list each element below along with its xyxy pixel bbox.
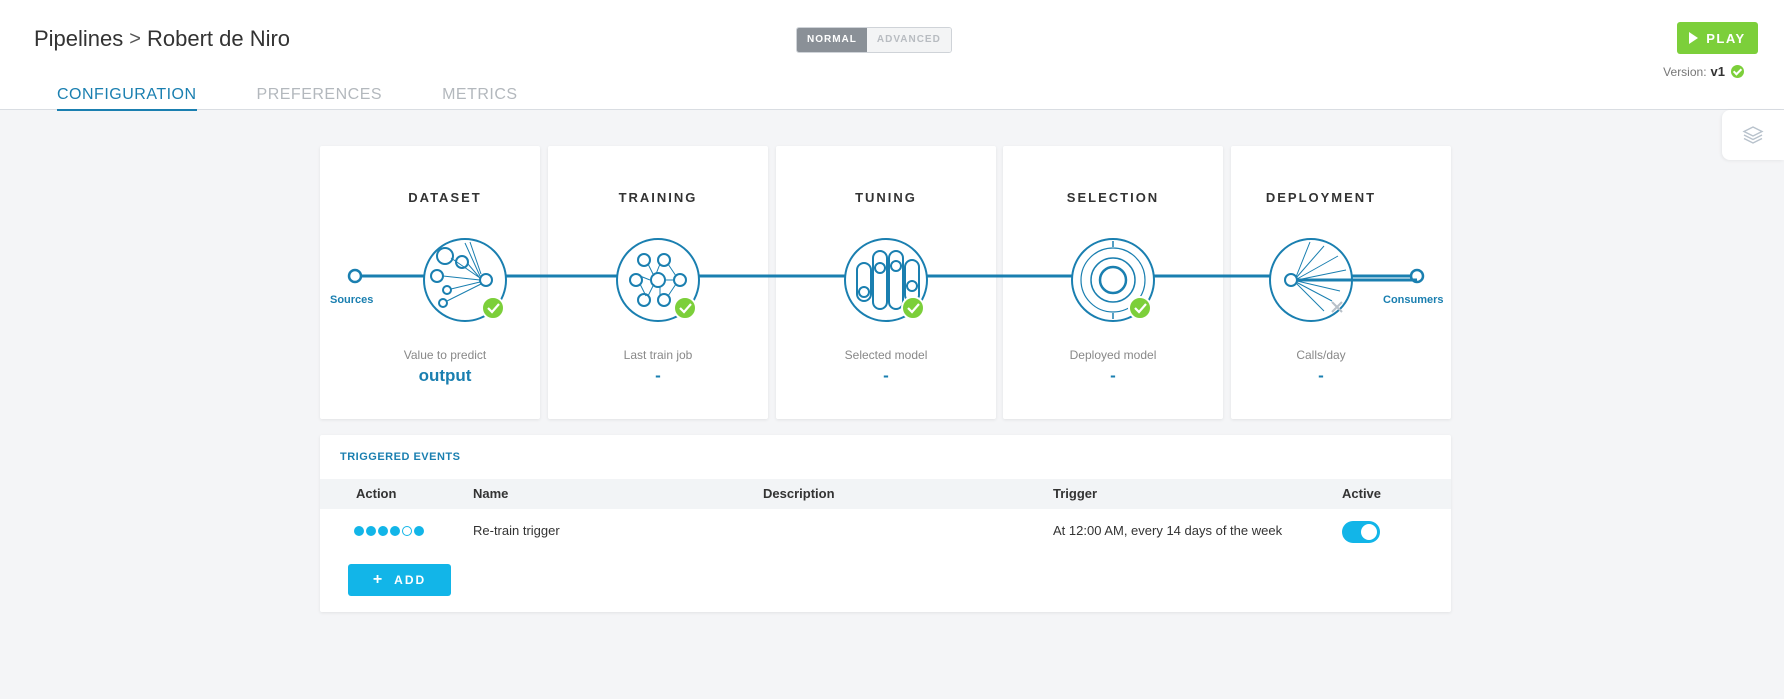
stage-value: - bbox=[655, 366, 661, 385]
stage-caption: Calls/day bbox=[1296, 348, 1346, 362]
event-trigger: At 12:00 AM, every 14 days of the week bbox=[1053, 523, 1283, 538]
layers-icon bbox=[1742, 126, 1764, 144]
column-header-trigger: Trigger bbox=[1053, 486, 1098, 501]
tab-configuration[interactable]: CONFIGURATION bbox=[57, 86, 197, 111]
mode-normal-button[interactable]: NORMAL bbox=[797, 28, 867, 52]
column-header-description: Description bbox=[763, 486, 835, 501]
column-header-active: Active bbox=[1342, 486, 1382, 501]
event-name: Re-train trigger bbox=[473, 523, 560, 538]
tab-bar: CONFIGURATION PREFERENCES METRICS bbox=[57, 86, 518, 111]
stage-title: DEPLOYMENT bbox=[1265, 190, 1377, 205]
version-indicator: Version: v1 bbox=[1663, 64, 1744, 79]
add-event-button[interactable]: + ADD bbox=[348, 564, 451, 596]
triggered-events-panel: TRIGGERED EVENTS Action Name Description… bbox=[320, 435, 1451, 612]
sources-label: Sources bbox=[330, 294, 374, 306]
stage-card-training[interactable]: TRAINING Last train job - bbox=[548, 146, 768, 419]
event-active-toggle[interactable] bbox=[1342, 521, 1380, 543]
consumers-label: Consumers bbox=[1383, 294, 1444, 306]
events-table-header: Action Name Description Trigger Active bbox=[320, 479, 1451, 509]
tab-preferences[interactable]: PREFERENCES bbox=[257, 86, 383, 111]
stage-caption: Deployed model bbox=[1069, 348, 1157, 362]
pipeline-steps-icon[interactable] bbox=[354, 526, 426, 536]
version-value: v1 bbox=[1710, 64, 1725, 79]
play-button[interactable]: PLAY bbox=[1677, 22, 1758, 54]
check-circle-icon bbox=[1731, 65, 1744, 78]
column-header-action: Action bbox=[356, 486, 397, 501]
stage-card-tuning[interactable]: TUNING Selected model - bbox=[776, 146, 996, 419]
stage-value: - bbox=[1110, 366, 1116, 385]
stage-caption: Selected model bbox=[844, 348, 928, 362]
table-row[interactable]: Re-train trigger At 12:00 AM, every 14 d… bbox=[320, 509, 1451, 553]
stage-value: output bbox=[418, 366, 472, 385]
triggered-events-title: TRIGGERED EVENTS bbox=[340, 451, 461, 463]
play-icon bbox=[1689, 32, 1699, 44]
stage-title: TRAINING bbox=[618, 190, 698, 205]
mode-advanced-button[interactable]: ADVANCED bbox=[866, 28, 951, 52]
stage-card-dataset[interactable]: DATASET Value to predict output Sources bbox=[320, 146, 540, 419]
version-label: Version: bbox=[1663, 64, 1707, 79]
tab-metrics[interactable]: METRICS bbox=[442, 86, 518, 111]
breadcrumb-current: Robert de Niro bbox=[146, 26, 291, 51]
add-button-label: ADD bbox=[394, 573, 427, 587]
breadcrumb-pipelines-link[interactable]: Pipelines bbox=[34, 26, 123, 52]
pipeline-stages: DATASET Value to predict output Sources … bbox=[320, 146, 1451, 419]
stage-card-selection[interactable]: SELECTION Deployed model - bbox=[1003, 146, 1223, 419]
breadcrumb: Pipelines > Robert de Niro bbox=[34, 26, 290, 52]
layers-panel-toggle[interactable] bbox=[1722, 110, 1784, 160]
play-button-label: PLAY bbox=[1706, 30, 1746, 46]
stage-title: DATASET bbox=[408, 190, 482, 205]
top-bar: Pipelines > Robert de Niro NORMAL ADVANC… bbox=[0, 0, 1784, 111]
plus-icon: + bbox=[372, 571, 385, 588]
stage-caption: Value to predict bbox=[403, 348, 487, 362]
stage-title: SELECTION bbox=[1066, 190, 1160, 205]
stage-caption: Last train job bbox=[623, 348, 693, 362]
stage-title: TUNING bbox=[855, 190, 917, 205]
stage-card-deployment[interactable]: DEPLOYMENT Calls/day - Consumers bbox=[1231, 146, 1451, 419]
mode-toggle: NORMAL ADVANCED bbox=[796, 27, 952, 53]
stage-value: - bbox=[1318, 366, 1324, 385]
breadcrumb-separator: > bbox=[129, 27, 141, 50]
column-header-name: Name bbox=[473, 486, 509, 501]
stage-value: - bbox=[883, 366, 889, 385]
